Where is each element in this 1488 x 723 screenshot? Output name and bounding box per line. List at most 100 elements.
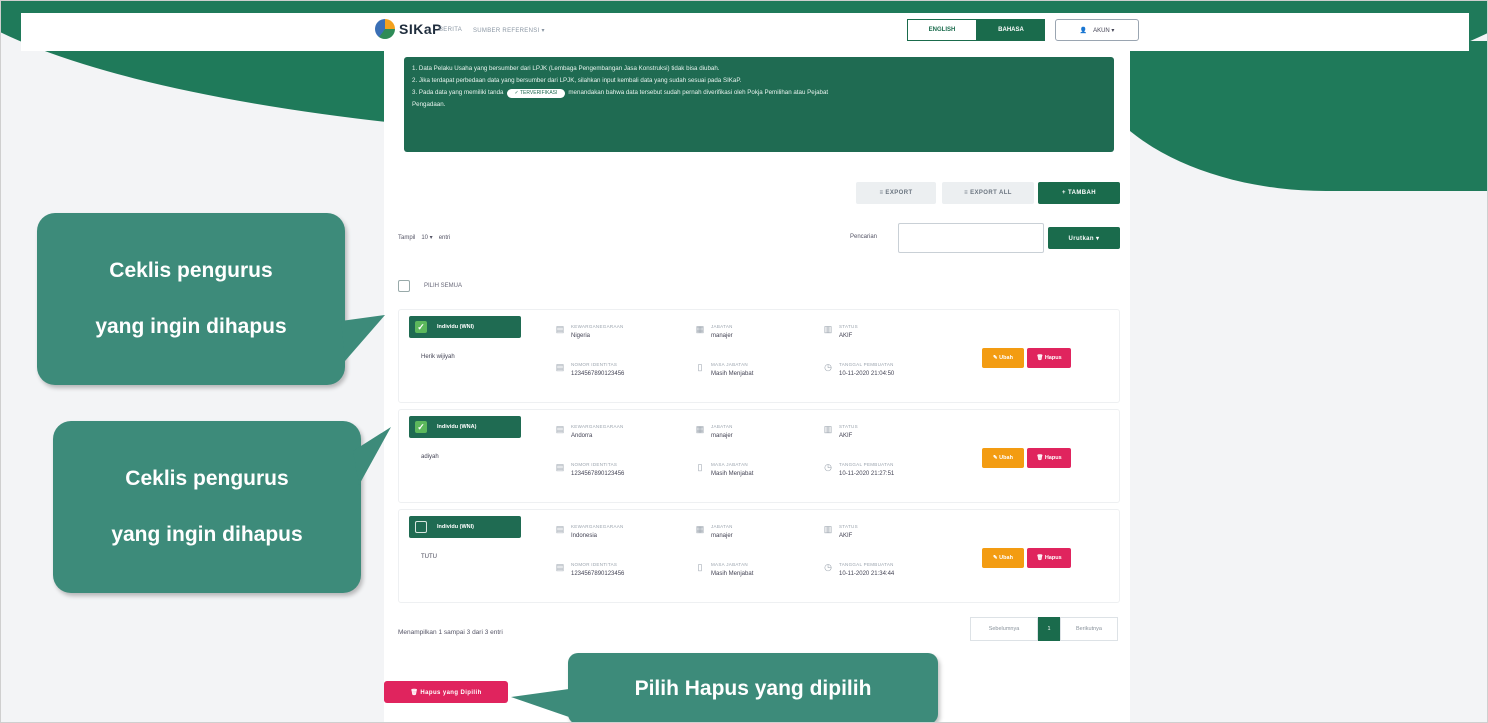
pagination-page-1[interactable]: 1 (1038, 617, 1060, 641)
id-card-icon: ▤ (555, 462, 565, 472)
account-menu[interactable]: 👤 AKUN ▾ (1055, 19, 1139, 41)
row-checkbox[interactable]: ✓ (415, 421, 427, 433)
id-card-icon: ▤ (555, 562, 565, 572)
document-icon: ▥ (823, 324, 833, 334)
select-all-checkbox[interactable] (398, 280, 410, 292)
field-kewarganegaraan: ▤ KEWARGANEGARAAN Andorra (555, 424, 624, 439)
urutkan-button[interactable]: Urutkan ▾ (1048, 227, 1120, 249)
navbar: SIKaP BERITA SUMBER REFERENSI ▾ ENGLISH … (21, 13, 1469, 51)
row-tag-label: Individu (WNA) (437, 424, 477, 430)
account-label: AKUN ▾ (1093, 27, 1115, 34)
ubah-button[interactable]: ✎ Ubah (982, 348, 1024, 368)
select-all[interactable]: PILIH SEMUA (398, 275, 546, 297)
header-background-right (1081, 41, 1487, 191)
list-item: Individu (WNI) TUTU ▤ KEWARGANEGARAAN Indo… (398, 509, 1120, 603)
id-card-icon: ▤ (555, 424, 565, 434)
row-checkbox[interactable] (415, 521, 427, 533)
callout-pointer-1 (341, 315, 385, 361)
document-icon: ▥ (823, 424, 833, 434)
list-item: ✓ Individu (WNI) Herik wijiyah ▤ KEWARGAN… (398, 309, 1120, 403)
field-tanggal: ◷ TANGGAL PEMBUATAN 10-11-2020 21:34:44 (824, 562, 895, 577)
row-name: adiyah (421, 454, 439, 460)
field-identitas: ▤ NOMOR IDENTITAS 1234567890123456 (555, 462, 625, 477)
notice-line-3: 3. Pada data yang memiliki tanda ✓ TERVER… (412, 89, 829, 98)
select-all-label: PILIH SEMUA (424, 283, 463, 289)
ubah-button[interactable]: ✎ Ubah (982, 548, 1024, 568)
clipboard-icon: ▯ (697, 362, 703, 372)
hapus-button[interactable]: 🗑 Hapus (1027, 448, 1071, 468)
clock-icon: ◷ (824, 462, 832, 472)
field-identitas: ▤ NOMOR IDENTITAS 1234567890123456 (555, 562, 625, 577)
row-tag: Individu (WNI) (409, 516, 521, 538)
user-icon: 👤 (1079, 27, 1088, 34)
field-tanggal: ◷ TANGGAL PEMBUATAN 10-11-2020 21:04:50 (824, 362, 895, 377)
content-card: 1. Data Pelaku Usaha yang bersumber dari… (384, 51, 1130, 722)
logo[interactable]: SIKaP (375, 19, 442, 39)
row-tag-label: Individu (WNI) (437, 324, 474, 330)
id-card-icon: ▤ (555, 324, 565, 334)
row-tag-label: Individu (WNI) (437, 524, 474, 530)
lang-bahasa-button[interactable]: BAHASA (977, 19, 1045, 41)
pagination: Sebelumnya 1 Berikutnya (970, 617, 1118, 641)
id-card-icon: ▤ (555, 362, 565, 372)
field-status: ▥ STATUS AKIF (823, 524, 858, 539)
row-tag: ✓ Individu (WNA) (409, 416, 521, 438)
id-card-icon: ▤ (555, 524, 565, 534)
field-status: ▥ STATUS AKIF (823, 424, 858, 439)
field-masa-jabatan: ▯ MASA JABATAN Masih Menjabat (695, 362, 754, 377)
row-checkbox[interactable]: ✓ (415, 321, 427, 333)
field-identitas: ▤ NOMOR IDENTITAS 1234567890123456 (555, 362, 625, 377)
screenshot-frame: SIKaP BERITA SUMBER REFERENSI ▾ ENGLISH … (0, 0, 1488, 723)
field-kewarganegaraan: ▤ KEWARGANEGARAAN Nigeria (555, 324, 624, 339)
callout-pointer-3 (511, 689, 569, 717)
page-length-select[interactable]: 10 ▾ (421, 234, 432, 241)
tambah-button[interactable]: + TAMBAH (1038, 182, 1120, 204)
list-item: ✓ Individu (WNA) adiyah ▤ KEWARGANEGARAAN… (398, 409, 1120, 503)
callout-text: Ceklis pengurus (125, 467, 289, 490)
nav-berita[interactable]: BERITA (439, 27, 462, 33)
clipboard-icon: ▯ (697, 462, 703, 472)
hapus-yang-dipilih-button[interactable]: 🗑 Hapus yang Dipilih (384, 681, 508, 703)
clipboard-icon: ▯ (697, 562, 703, 572)
export-button[interactable]: ≡ EXPORT (856, 182, 936, 204)
ubah-button[interactable]: ✎ Ubah (982, 448, 1024, 468)
logo-text: SIKaP (399, 21, 442, 37)
lang-english-button[interactable]: ENGLISH (907, 19, 977, 41)
callout-text: Ceklis pengurus (109, 259, 273, 282)
clock-icon: ◷ (824, 362, 832, 372)
hapus-button[interactable]: 🗑 Hapus (1027, 548, 1071, 568)
callout-text: Pilih Hapus yang dipilih (634, 676, 872, 700)
entries-info: Menampilkan 1 sampai 3 dari 3 entri (398, 629, 503, 636)
field-masa-jabatan: ▯ MASA JABATAN Masih Menjabat (695, 462, 754, 477)
briefcase-icon: ▦ (695, 324, 705, 334)
callout-ceklis-2: Ceklis pengurus yang ingin dihapus (53, 421, 361, 593)
export-all-button[interactable]: ≡ EXPORT ALL (942, 182, 1034, 204)
pagination-prev[interactable]: Sebelumnya (970, 617, 1038, 641)
field-jabatan: ▦ JABATAN manajer (695, 324, 733, 339)
field-jabatan: ▦ JABATAN manajer (695, 424, 733, 439)
callout-ceklis-1: Ceklis pengurus yang ingin dihapus (37, 213, 345, 385)
callout-text: yang ingin dihapus (95, 315, 287, 338)
row-tag: ✓ Individu (WNI) (409, 316, 521, 338)
field-jabatan: ▦ JABATAN manajer (695, 524, 733, 539)
hapus-button[interactable]: 🗑 Hapus (1027, 348, 1071, 368)
row-name: TUTU (421, 554, 437, 560)
verified-badge: ✓ TERVERIFIKASI (506, 89, 566, 98)
callout-hapus-dipilih: Pilih Hapus yang dipilih (568, 653, 938, 722)
clock-icon: ◷ (824, 562, 832, 572)
info-notice: 1. Data Pelaku Usaha yang bersumber dari… (404, 57, 1114, 152)
row-name: Herik wijiyah (421, 354, 455, 360)
notice-line-1: 1. Data Pelaku Usaha yang bersumber dari… (412, 65, 720, 72)
page-length-control: Tampil 10 ▾ entri (398, 234, 451, 242)
pencarian-label: Pencarian (850, 234, 878, 240)
field-kewarganegaraan: ▤ KEWARGANEGARAAN Indonesia (555, 524, 624, 539)
tampil-label: Tampil (398, 234, 416, 241)
callout-pointer-2 (353, 427, 391, 485)
search-input[interactable] (898, 223, 1044, 253)
field-status: ▥ STATUS AKIF (823, 324, 858, 339)
pagination-next[interactable]: Berikutnya (1060, 617, 1118, 641)
entri-label: entri (438, 234, 451, 241)
nav-sumber-referensi[interactable]: SUMBER REFERENSI ▾ (473, 27, 545, 34)
logo-icon (375, 19, 395, 39)
field-masa-jabatan: ▯ MASA JABATAN Masih Menjabat (695, 562, 754, 577)
